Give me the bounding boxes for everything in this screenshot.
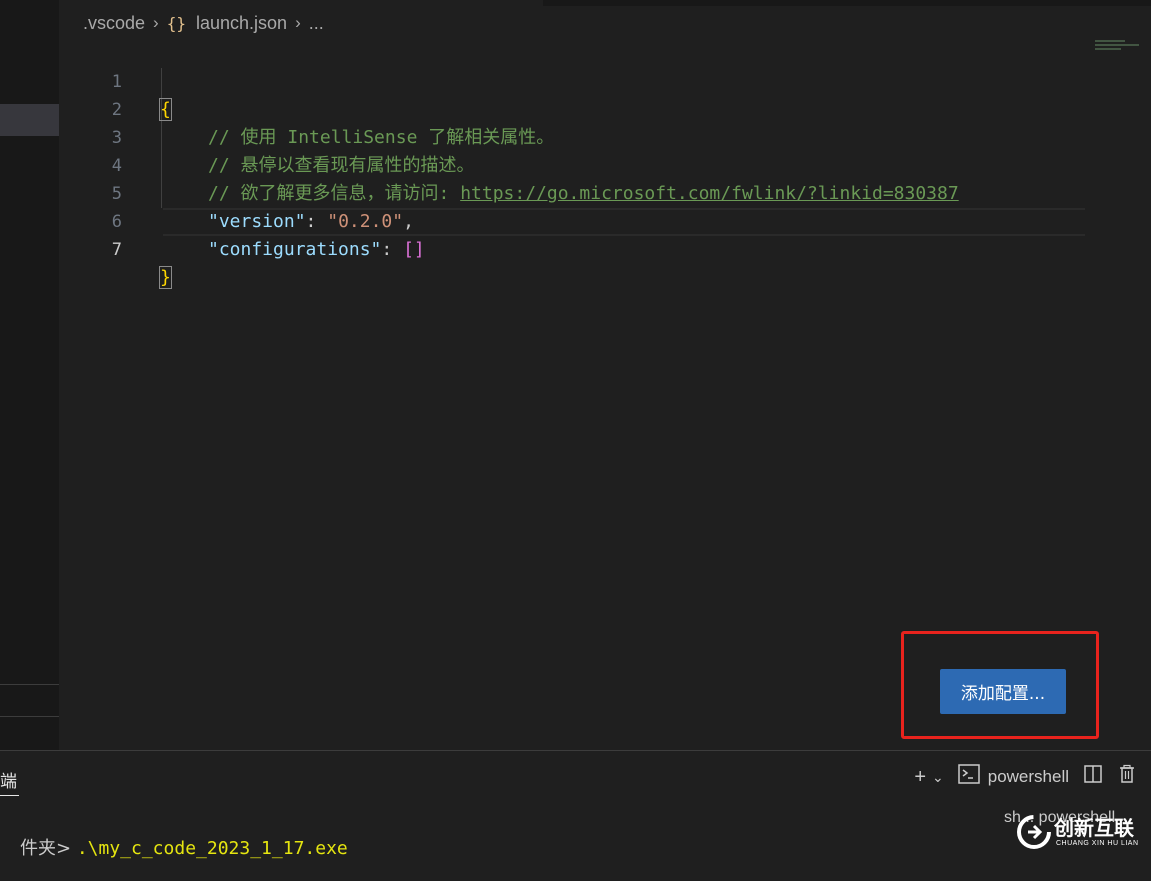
docs-link[interactable]: https://go.microsoft.com/fwlink/?linkid=… [460, 183, 959, 204]
chevron-right-icon: › [153, 13, 159, 32]
code-line: 2 // 使用 IntelliSense 了解相关属性。 [59, 68, 555, 148]
breadcrumb-more[interactable]: ... [309, 13, 324, 34]
json-key: "configurations" [208, 239, 382, 260]
indent-guide [161, 68, 162, 208]
code-line: 1 { [59, 40, 172, 121]
json-array-value: [] [403, 239, 425, 260]
active-tab[interactable] [59, 0, 543, 6]
terminal-icon[interactable] [957, 764, 980, 790]
split-terminal-icon[interactable] [1083, 764, 1103, 790]
trash-icon[interactable] [1117, 764, 1137, 790]
code-line: 6 "configurations": [] [59, 180, 425, 260]
annotation-highlight-box [901, 631, 1099, 739]
code-line: 7 } [59, 208, 172, 289]
minimap[interactable] [1095, 40, 1139, 54]
active-tab-underline [0, 795, 19, 796]
json-comma: , [403, 211, 414, 232]
watermark-text: 创新互联 [1054, 816, 1134, 840]
sidebar-divider [0, 716, 59, 717]
watermark-subtext: CHUANG XIN HU LIAN [1056, 840, 1139, 847]
comment-text: // 使用 [208, 127, 288, 148]
code-line: 5 "version": "0.2.0", [59, 152, 414, 232]
terminal-prompt: 件夹> [20, 838, 77, 859]
comment-text: // 悬停以查看现有属性的描述。 [208, 155, 475, 176]
terminal-name[interactable]: powershell [988, 767, 1069, 787]
code-line: 4 // 欲了解更多信息，请访问: https://go.microsoft.c… [59, 124, 959, 204]
terminal-command: .\my_c_code_2023_1_17.exe [76, 838, 348, 859]
tab-terminal[interactable]: 端 [0, 767, 17, 792]
chevron-right-icon: › [295, 13, 301, 32]
tab-strip [59, 0, 1151, 6]
plus-icon[interactable]: + [914, 766, 926, 789]
json-colon: : [381, 239, 404, 260]
json-colon: : [305, 211, 328, 232]
terminal-output-line[interactable]: 件夹> .\my_c_code_2023_1_17.exe [0, 813, 348, 881]
terminal-panel: 端 + ⌄ powershell 件夹> .\my_c_code_2023_1_… [0, 750, 1151, 861]
line-number: 7 [111, 240, 122, 260]
json-key: "version" [208, 211, 306, 232]
breadcrumb: .vscode › {} launch.json › ... [83, 10, 324, 36]
sidebar-divider [0, 684, 59, 685]
logo-icon [1017, 815, 1051, 849]
sidebar-selected-item[interactable] [0, 104, 59, 136]
close-brace: } [159, 266, 172, 289]
breadcrumb-file[interactable]: launch.json [196, 13, 287, 34]
explorer-sidebar [0, 0, 59, 750]
open-brace: { [159, 98, 172, 121]
terminal-actions: + ⌄ powershell [900, 763, 1137, 791]
comment-keyword: IntelliSense [287, 127, 418, 148]
chevron-down-icon[interactable]: ⌄ [932, 769, 944, 786]
json-string-value: "0.2.0" [327, 211, 404, 232]
comment-text: 了解相关属性。 [417, 127, 555, 148]
breadcrumb-folder[interactable]: .vscode [83, 13, 145, 34]
watermark-logo: 创新互联 CHUANG XIN HU LIAN [1010, 808, 1150, 856]
json-file-icon: {} [166, 13, 186, 33]
code-line: 3 // 悬停以查看现有属性的描述。 [59, 96, 475, 176]
comment-text: // 欲了解更多信息，请访问: [208, 183, 461, 204]
